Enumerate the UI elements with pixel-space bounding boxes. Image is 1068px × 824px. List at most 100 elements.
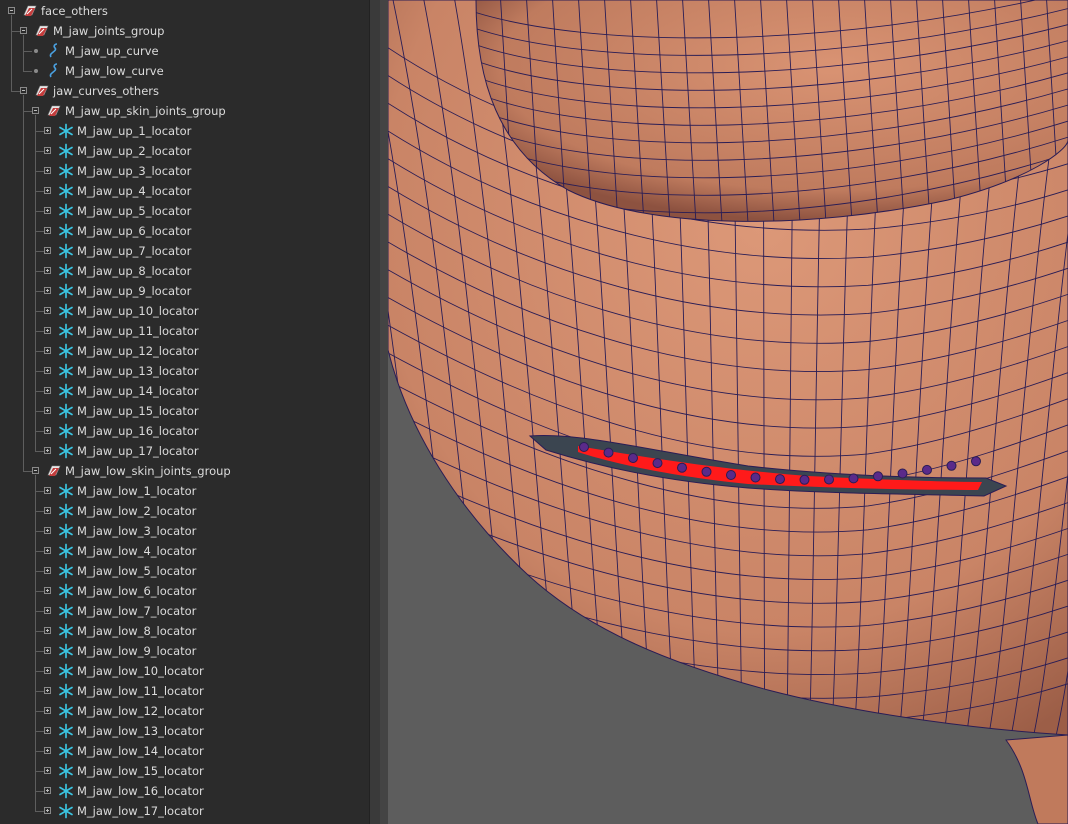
expand-icon[interactable] — [44, 407, 51, 414]
outliner-row-locator[interactable]: M_jaw_low_6_locator — [0, 581, 369, 601]
expand-icon[interactable] — [44, 387, 51, 394]
selected-vertex[interactable] — [775, 474, 785, 485]
outliner-row-locator[interactable]: M_jaw_up_13_locator — [0, 361, 369, 381]
expand-icon[interactable] — [44, 607, 51, 614]
expand-icon[interactable] — [44, 507, 51, 514]
outliner-row-locator[interactable]: M_jaw_up_8_locator — [0, 261, 369, 281]
selected-vertex[interactable] — [603, 447, 614, 458]
outliner-row-locator[interactable]: M_jaw_low_8_locator — [0, 621, 369, 641]
expand-icon[interactable] — [44, 267, 51, 274]
outliner-row-locator[interactable]: M_jaw_up_10_locator — [0, 301, 369, 321]
outliner-row-locator[interactable]: M_jaw_low_2_locator — [0, 501, 369, 521]
outliner-row-locator[interactable]: M_jaw_low_7_locator — [0, 601, 369, 621]
expand-icon[interactable] — [44, 727, 51, 734]
expand-icon[interactable] — [44, 487, 51, 494]
outliner-row-locator[interactable]: M_jaw_low_9_locator — [0, 641, 369, 661]
outliner-row-curve[interactable]: M_jaw_low_curve — [0, 61, 369, 81]
outliner-row-locator[interactable]: M_jaw_low_16_locator — [0, 781, 369, 801]
selected-vertex[interactable] — [677, 462, 687, 473]
expand-icon[interactable] — [44, 447, 51, 454]
expand-icon[interactable] — [44, 127, 51, 134]
selected-vertex[interactable] — [824, 474, 834, 485]
expand-icon[interactable] — [44, 247, 51, 254]
expand-icon[interactable] — [44, 327, 51, 334]
selected-vertex[interactable] — [750, 472, 761, 483]
outliner-row-group[interactable]: jaw_curves_others — [0, 81, 369, 101]
outliner-row-locator[interactable]: M_jaw_low_13_locator — [0, 721, 369, 741]
face-mesh-render[interactable] — [388, 0, 1068, 824]
outliner-row-locator[interactable]: M_jaw_up_17_locator — [0, 441, 369, 461]
expand-icon[interactable] — [44, 527, 51, 534]
outliner-row-locator[interactable]: M_jaw_up_11_locator — [0, 321, 369, 341]
outliner-row-locator[interactable]: M_jaw_low_15_locator — [0, 761, 369, 781]
expand-icon[interactable] — [44, 167, 51, 174]
outliner-row-locator[interactable]: M_jaw_low_10_locator — [0, 661, 369, 681]
outliner-row-locator[interactable]: M_jaw_up_15_locator — [0, 401, 369, 421]
outliner-row-locator[interactable]: M_jaw_up_7_locator — [0, 241, 369, 261]
outliner-row-locator[interactable]: M_jaw_up_9_locator — [0, 281, 369, 301]
outliner-row-locator[interactable]: M_jaw_up_3_locator — [0, 161, 369, 181]
expand-icon[interactable] — [44, 747, 51, 754]
selected-vertex[interactable] — [971, 456, 981, 467]
selected-vertex[interactable] — [799, 474, 810, 485]
outliner-row-locator[interactable]: M_jaw_low_4_locator — [0, 541, 369, 561]
viewport-3d[interactable] — [388, 0, 1068, 824]
collapse-icon[interactable] — [20, 27, 27, 34]
outliner-row-locator[interactable]: M_jaw_low_3_locator — [0, 521, 369, 541]
expand-icon[interactable] — [44, 427, 51, 434]
collapse-icon[interactable] — [32, 467, 39, 474]
expand-icon[interactable] — [44, 547, 51, 554]
expand-icon[interactable] — [44, 807, 51, 814]
expand-icon[interactable] — [44, 667, 51, 674]
expand-icon[interactable] — [44, 367, 51, 374]
selected-vertex[interactable] — [726, 470, 736, 480]
outliner-row-locator[interactable]: M_jaw_up_16_locator — [0, 421, 369, 441]
selected-vertex[interactable] — [579, 442, 589, 452]
selected-vertex[interactable] — [922, 464, 932, 475]
outliner-row-locator[interactable]: M_jaw_low_5_locator — [0, 561, 369, 581]
selected-vertex[interactable] — [873, 471, 883, 482]
selected-vertex[interactable] — [652, 458, 663, 469]
expand-icon[interactable] — [44, 207, 51, 214]
selected-vertex[interactable] — [628, 453, 638, 463]
expand-icon[interactable] — [44, 227, 51, 234]
outliner-row-group[interactable]: face_others — [0, 1, 369, 21]
expand-icon[interactable] — [44, 587, 51, 594]
expand-icon[interactable] — [44, 687, 51, 694]
outliner-row-locator[interactable]: M_jaw_up_1_locator — [0, 121, 369, 141]
collapse-icon[interactable] — [32, 107, 39, 114]
expand-icon[interactable] — [44, 147, 51, 154]
outliner-row-curve[interactable]: M_jaw_up_curve — [0, 41, 369, 61]
outliner-row-locator[interactable]: M_jaw_up_5_locator — [0, 201, 369, 221]
selected-vertex[interactable] — [701, 466, 712, 477]
expand-icon[interactable] — [44, 287, 51, 294]
outliner-row-locator[interactable]: M_jaw_up_14_locator — [0, 381, 369, 401]
outliner-row-locator[interactable]: M_jaw_low_11_locator — [0, 681, 369, 701]
collapse-icon[interactable] — [20, 87, 27, 94]
selected-vertex[interactable] — [946, 460, 957, 471]
outliner-row-locator[interactable]: M_jaw_low_14_locator — [0, 741, 369, 761]
collapse-icon[interactable] — [8, 7, 15, 14]
expand-icon[interactable] — [44, 347, 51, 354]
outliner-row-locator[interactable]: M_jaw_up_4_locator — [0, 181, 369, 201]
outliner-row-locator[interactable]: M_jaw_up_6_locator — [0, 221, 369, 241]
outliner-row-locator[interactable]: M_jaw_low_17_locator — [0, 801, 369, 821]
expand-icon[interactable] — [44, 567, 51, 574]
outliner-panel[interactable]: face_others M_jaw_joints_group M_jaw_up_cu… — [0, 0, 369, 824]
outliner-row-locator[interactable]: M_jaw_low_1_locator — [0, 481, 369, 501]
selected-vertex[interactable] — [897, 468, 908, 479]
outliner-row-group[interactable]: M_jaw_low_skin_joints_group — [0, 461, 369, 481]
expand-icon[interactable] — [44, 707, 51, 714]
outliner-row-locator[interactable]: M_jaw_up_12_locator — [0, 341, 369, 361]
outliner-row-group[interactable]: M_jaw_up_skin_joints_group — [0, 101, 369, 121]
expand-icon[interactable] — [44, 787, 51, 794]
selected-vertex[interactable] — [848, 473, 859, 484]
outliner-row-locator[interactable]: M_jaw_low_12_locator — [0, 701, 369, 721]
expand-icon[interactable] — [44, 627, 51, 634]
expand-icon[interactable] — [44, 767, 51, 774]
outliner-row-group[interactable]: M_jaw_joints_group — [0, 21, 369, 41]
outliner-row-locator[interactable]: M_jaw_up_2_locator — [0, 141, 369, 161]
expand-icon[interactable] — [44, 647, 51, 654]
expand-icon[interactable] — [44, 307, 51, 314]
expand-icon[interactable] — [44, 187, 51, 194]
